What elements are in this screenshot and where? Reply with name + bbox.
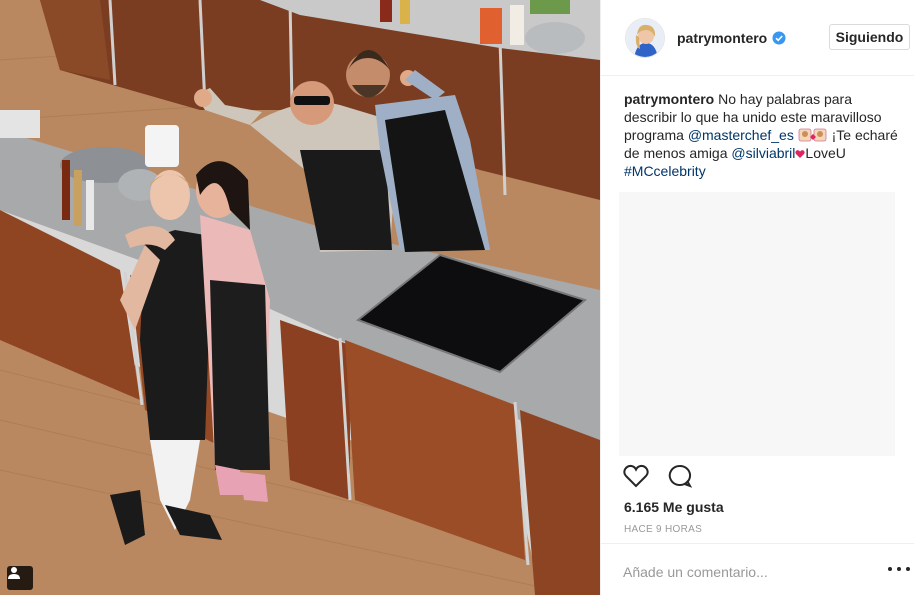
more-dot [906,567,910,571]
caption-text-3: LoveU [805,145,846,161]
following-button[interactable]: Siguiendo [829,24,910,50]
like-button[interactable] [623,464,649,490]
post-panel: patrymontero Siguiendo patrymontero No h… [600,0,914,595]
post-photo[interactable] [0,0,600,595]
post-timestamp[interactable]: HACE 9 HORAS [624,524,702,535]
more-options-icon[interactable] [888,562,910,576]
comment-input[interactable] [623,558,863,586]
more-dot [897,567,901,571]
comment-button[interactable] [667,464,692,490]
more-dot [888,567,892,571]
header-username[interactable]: patrymontero [677,30,767,46]
media-placeholder [619,192,895,456]
red-heart-emoji-icon [795,150,806,158]
avatar[interactable] [625,18,665,58]
comment-icon [668,464,692,488]
hashtag-mccelebrity[interactable]: #MCcelebrity [624,163,706,179]
post-actions [623,464,692,490]
post-caption: patrymontero No hay palabras para descri… [624,90,899,180]
mention-silviabril[interactable]: @silviabril [731,145,795,161]
user-tag-button[interactable] [7,566,33,590]
caption-username[interactable]: patrymontero [624,91,714,107]
two-women-emoji-icon [798,128,827,142]
user-tag-icon [8,567,20,579]
avatar-image [626,19,664,57]
heart-icon [623,464,649,488]
kitchen-scene-image [0,0,600,595]
post-header: patrymontero Siguiendo [601,0,914,76]
likes-count[interactable]: 6.165 Me gusta [624,499,724,515]
mention-masterchef[interactable]: @masterchef_es [688,127,794,143]
verified-icon [772,31,786,45]
comment-bar [601,543,914,595]
header-username-row: patrymontero [677,30,786,46]
